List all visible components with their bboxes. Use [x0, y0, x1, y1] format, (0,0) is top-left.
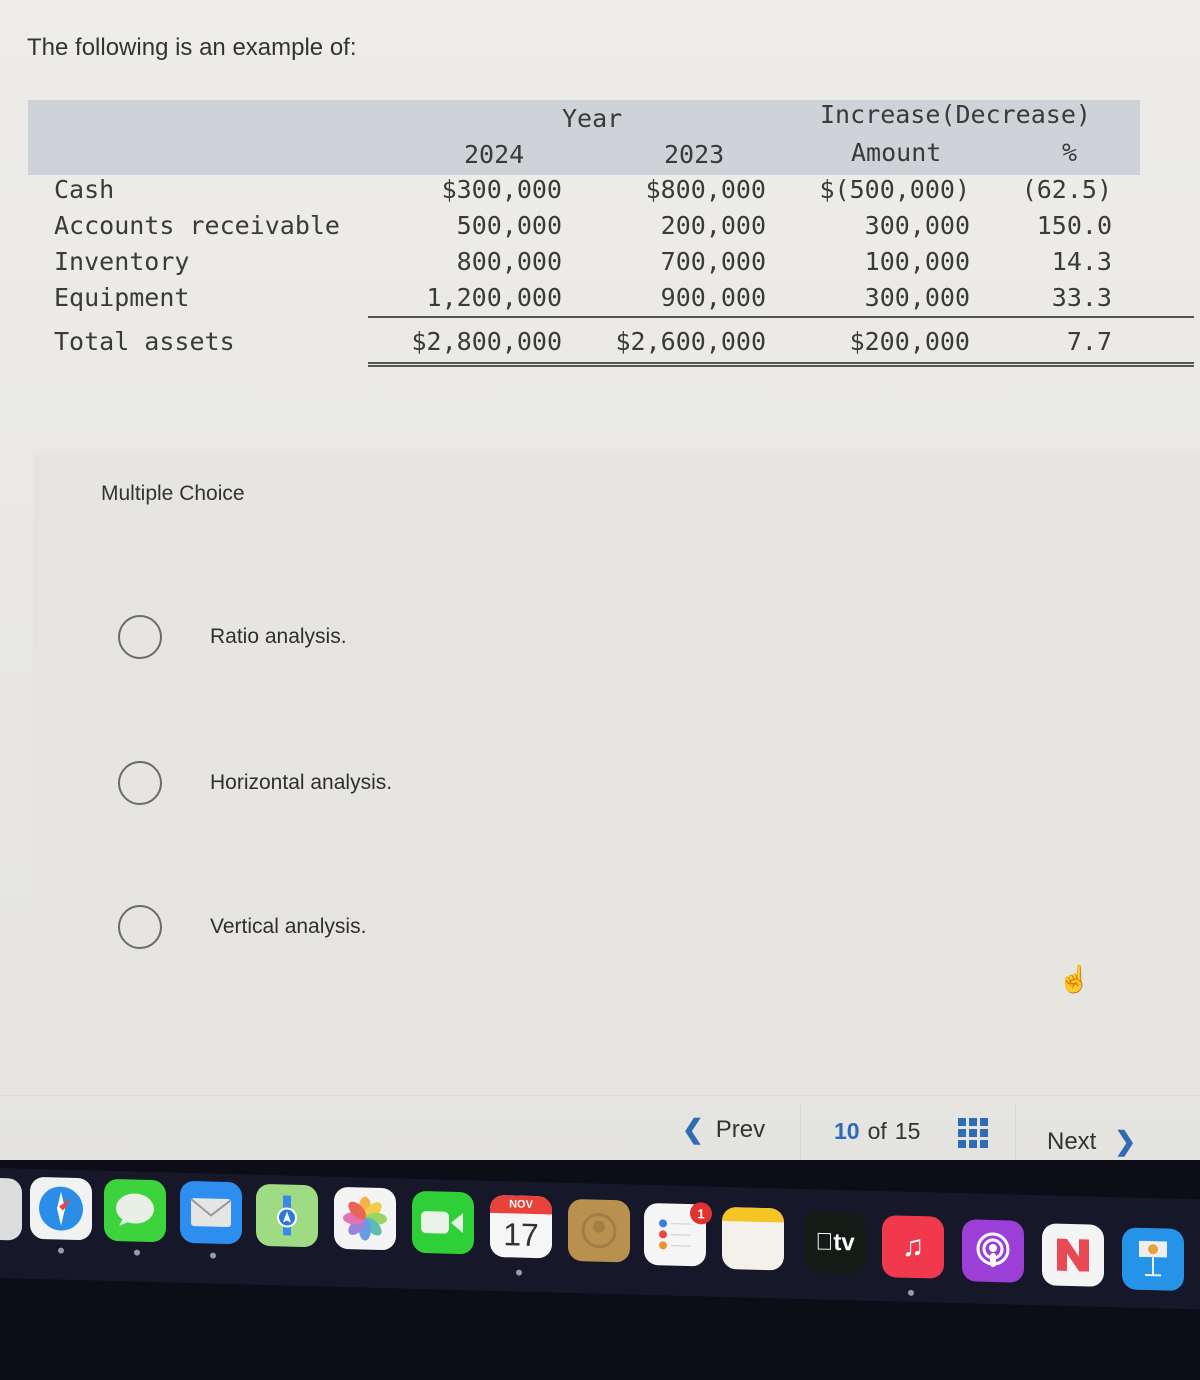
value-2024: 800,000	[456, 247, 562, 276]
running-indicator	[516, 1269, 522, 1276]
running-indicator	[210, 1252, 216, 1259]
multiple-choice-panel: Multiple Choice Ratio analysis. Horizont…	[33, 452, 1200, 1030]
total-double-rule	[368, 362, 1194, 367]
calendar-day: 17	[503, 1216, 539, 1254]
calendar-icon[interactable]: NOV 17	[490, 1194, 552, 1259]
prev-label: Prev	[715, 1115, 766, 1143]
music-icon[interactable]: ♫	[882, 1215, 944, 1279]
value-2023: $800,000	[645, 175, 766, 204]
contacts-icon[interactable]	[568, 1198, 630, 1263]
comparative-balance-table: Year Increase(Decrease) 2024 2023 Amount…	[28, 100, 1140, 371]
notes-icon[interactable]	[722, 1206, 784, 1271]
option-vertical-analysis[interactable]: Vertical analysis.	[78, 880, 1078, 974]
table-row: Cash $300,000 $800,000 $(500,000) (62.5)	[28, 175, 1140, 211]
hand-pointer-cursor-icon: ☝	[1058, 964, 1091, 994]
prev-button[interactable]: ❮ Prev	[682, 1114, 765, 1145]
header-amount: Amount	[851, 138, 942, 167]
total-2024: $2,800,000	[411, 327, 562, 356]
safari-icon[interactable]	[30, 1176, 92, 1241]
header-year: Year	[562, 104, 623, 133]
value-2023: 900,000	[660, 283, 766, 312]
table-row: Inventory 800,000 700,000 100,000 14.3	[28, 247, 1140, 283]
of-label: of	[867, 1118, 887, 1144]
option-label: Vertical analysis.	[210, 915, 367, 938]
total-amount: $200,000	[849, 327, 970, 356]
multiple-choice-title: Multiple Choice	[101, 482, 245, 505]
facetime-icon[interactable]	[412, 1190, 474, 1255]
value-2024: 500,000	[456, 211, 562, 240]
running-indicator	[134, 1249, 140, 1256]
option-label: Horizontal analysis.	[210, 771, 393, 794]
value-amount: 300,000	[864, 283, 970, 312]
running-indicator	[908, 1289, 914, 1296]
option-label: Ratio analysis.	[210, 625, 347, 648]
value-percent: 14.3	[1051, 247, 1112, 276]
apple-logo-icon: 	[815, 1228, 833, 1256]
total-2023: $2,600,000	[615, 327, 766, 356]
keynote-icon[interactable]	[1122, 1227, 1184, 1292]
page-indicator: 10 of 15	[834, 1118, 920, 1145]
current-page: 10	[834, 1118, 860, 1144]
running-indicator	[58, 1247, 64, 1254]
question-grid-icon[interactable]	[958, 1118, 988, 1148]
divider	[1015, 1104, 1016, 1164]
subtotal-rule	[368, 316, 1194, 318]
total-percent: 7.7	[1066, 327, 1112, 356]
table-header: Year Increase(Decrease) 2024 2023 Amount…	[28, 100, 1140, 175]
radio-button[interactable]	[118, 615, 162, 659]
value-2024: 1,200,000	[426, 283, 562, 312]
value-percent: 150.0	[1036, 211, 1112, 240]
value-amount: $(500,000)	[819, 175, 970, 204]
launchpad-icon[interactable]	[0, 1176, 22, 1241]
row-label: Cash	[54, 175, 115, 204]
table-row: Accounts receivable 500,000 200,000 300,…	[28, 211, 1140, 247]
table-row: Equipment 1,200,000 900,000 300,000 33.3	[28, 283, 1140, 319]
podcasts-icon[interactable]	[962, 1219, 1024, 1283]
notification-badge: 1	[690, 1202, 712, 1225]
next-button[interactable]: Next ❯	[1047, 1126, 1136, 1157]
header-increase-decrease: Increase(Decrease)	[820, 100, 1091, 129]
row-label: Inventory	[54, 247, 190, 276]
value-percent: 33.3	[1051, 283, 1112, 312]
total-label: Total assets	[54, 327, 235, 356]
value-percent: (62.5)	[1021, 175, 1112, 204]
mail-icon[interactable]	[180, 1180, 242, 1245]
value-amount: 100,000	[864, 247, 970, 276]
maps-icon[interactable]	[256, 1183, 318, 1248]
news-icon[interactable]	[1042, 1223, 1104, 1287]
row-label: Equipment	[54, 283, 190, 312]
divider	[800, 1104, 801, 1164]
next-label: Next	[1047, 1127, 1097, 1155]
calendar-month: NOV	[490, 1194, 552, 1215]
question-prompt: The following is an example of:	[27, 34, 357, 61]
row-label: Accounts receivable	[54, 211, 340, 240]
value-amount: 300,000	[864, 211, 970, 240]
radio-button[interactable]	[118, 905, 162, 949]
value-2023: 200,000	[660, 211, 766, 240]
tv-label: tv	[824, 1228, 854, 1257]
quiz-screen: The following is an example of: Year Inc…	[0, 0, 1200, 1180]
header-2024: 2024	[464, 140, 525, 169]
total-pages: 15	[894, 1118, 921, 1144]
radio-button[interactable]	[118, 761, 162, 805]
header-2023: 2023	[664, 140, 725, 169]
option-horizontal-analysis[interactable]: Horizontal analysis.	[78, 736, 1078, 830]
photos-icon[interactable]	[334, 1186, 396, 1251]
chevron-left-icon: ❮	[682, 1114, 704, 1144]
value-2023: 700,000	[660, 247, 766, 276]
option-ratio-analysis[interactable]: Ratio analysis.	[78, 590, 1078, 684]
messages-icon[interactable]	[104, 1178, 166, 1243]
chevron-right-icon: ❯	[1114, 1126, 1137, 1156]
value-2024: $300,000	[441, 175, 562, 204]
tv-icon[interactable]: tv	[804, 1211, 866, 1275]
header-percent: %	[1062, 138, 1078, 167]
